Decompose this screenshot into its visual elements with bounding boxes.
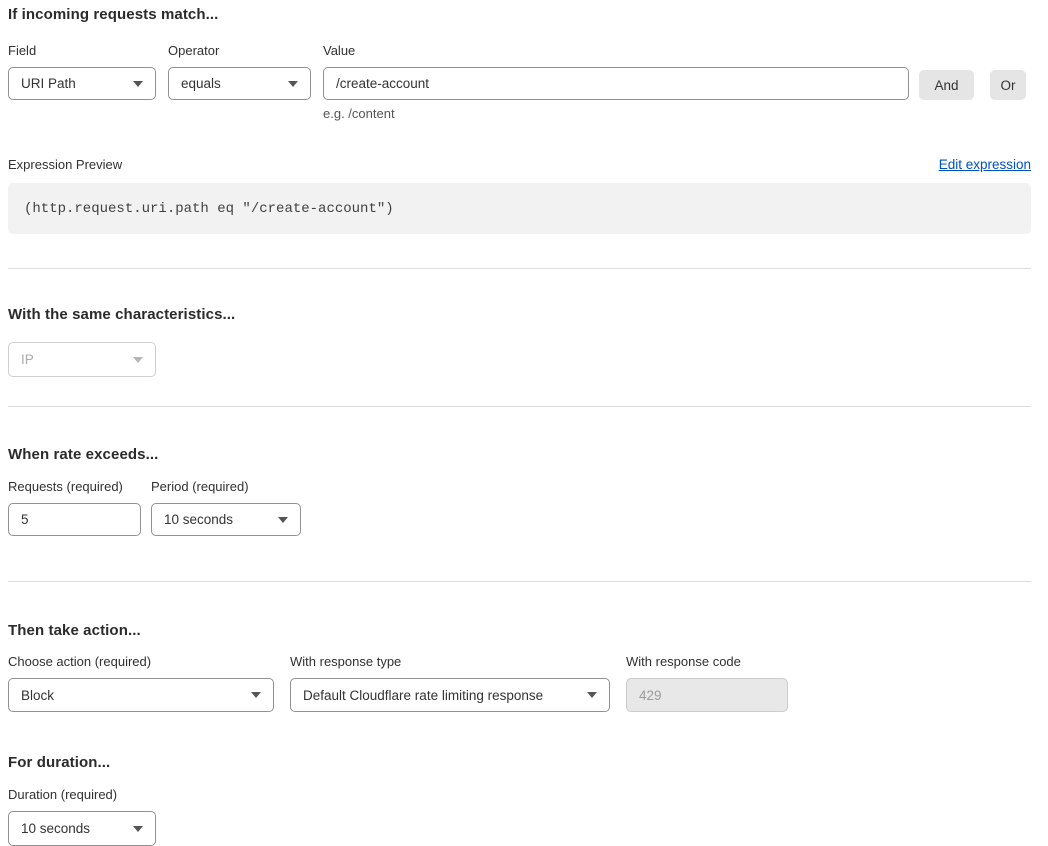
action-heading: Then take action... xyxy=(8,622,1031,639)
response-code-label: With response code xyxy=(626,654,788,669)
chevron-down-icon xyxy=(133,826,143,832)
period-dropdown[interactable]: 10 seconds xyxy=(151,503,301,536)
characteristics-section: With the same characteristics... IP xyxy=(8,306,1031,377)
characteristic-dropdown-value: IP xyxy=(21,352,34,367)
operator-label: Operator xyxy=(168,43,311,58)
rate-heading: When rate exceeds... xyxy=(8,446,1031,463)
action-dropdown[interactable]: Block xyxy=(8,678,274,712)
field-dropdown[interactable]: URI Path xyxy=(8,67,156,100)
operator-dropdown[interactable]: equals xyxy=(168,67,311,100)
edit-expression-link[interactable]: Edit expression xyxy=(939,157,1031,172)
characteristic-dropdown: IP xyxy=(8,342,156,377)
action-dropdown-value: Block xyxy=(21,688,54,703)
value-hint: e.g. /content xyxy=(323,106,909,121)
response-type-dropdown[interactable]: Default Cloudflare rate limiting respons… xyxy=(290,678,610,712)
expression-preview-label: Expression Preview xyxy=(8,157,122,172)
duration-dropdown-value: 10 seconds xyxy=(21,821,90,836)
duration-label: Duration (required) xyxy=(8,787,1031,802)
duration-dropdown[interactable]: 10 seconds xyxy=(8,811,156,846)
rate-section: When rate exceeds... Requests (required)… xyxy=(8,446,1031,536)
response-code-input xyxy=(626,678,788,712)
divider xyxy=(8,406,1031,407)
action-section: Then take action... Choose action (requi… xyxy=(8,622,1031,712)
expression-text: (http.request.uri.path eq "/create-accou… xyxy=(24,201,394,217)
duration-section: For duration... Duration (required) 10 s… xyxy=(8,754,1031,846)
requests-input[interactable] xyxy=(8,503,141,536)
choose-action-label: Choose action (required) xyxy=(8,654,274,669)
divider xyxy=(8,581,1031,582)
characteristics-heading: With the same characteristics... xyxy=(8,306,1031,323)
period-label: Period (required) xyxy=(151,479,301,494)
and-button[interactable]: And xyxy=(919,70,974,100)
value-input[interactable] xyxy=(323,67,909,100)
response-type-dropdown-value: Default Cloudflare rate limiting respons… xyxy=(303,688,543,703)
duration-heading: For duration... xyxy=(8,754,1031,771)
response-type-label: With response type xyxy=(290,654,610,669)
requests-label: Requests (required) xyxy=(8,479,141,494)
divider xyxy=(8,268,1031,269)
chevron-down-icon xyxy=(288,81,298,87)
or-button[interactable]: Or xyxy=(990,70,1026,100)
field-dropdown-value: URI Path xyxy=(21,76,76,91)
expression-preview-box: (http.request.uri.path eq "/create-accou… xyxy=(8,183,1031,234)
operator-dropdown-value: equals xyxy=(181,76,221,91)
value-label: Value xyxy=(323,43,909,58)
match-section: If incoming requests match... Field URI … xyxy=(8,6,1031,234)
chevron-down-icon xyxy=(278,517,288,523)
chevron-down-icon xyxy=(133,357,143,363)
chevron-down-icon xyxy=(587,692,597,698)
chevron-down-icon xyxy=(133,81,143,87)
match-section-heading: If incoming requests match... xyxy=(8,6,1031,23)
period-dropdown-value: 10 seconds xyxy=(164,512,233,527)
chevron-down-icon xyxy=(251,692,261,698)
field-label: Field xyxy=(8,43,156,58)
